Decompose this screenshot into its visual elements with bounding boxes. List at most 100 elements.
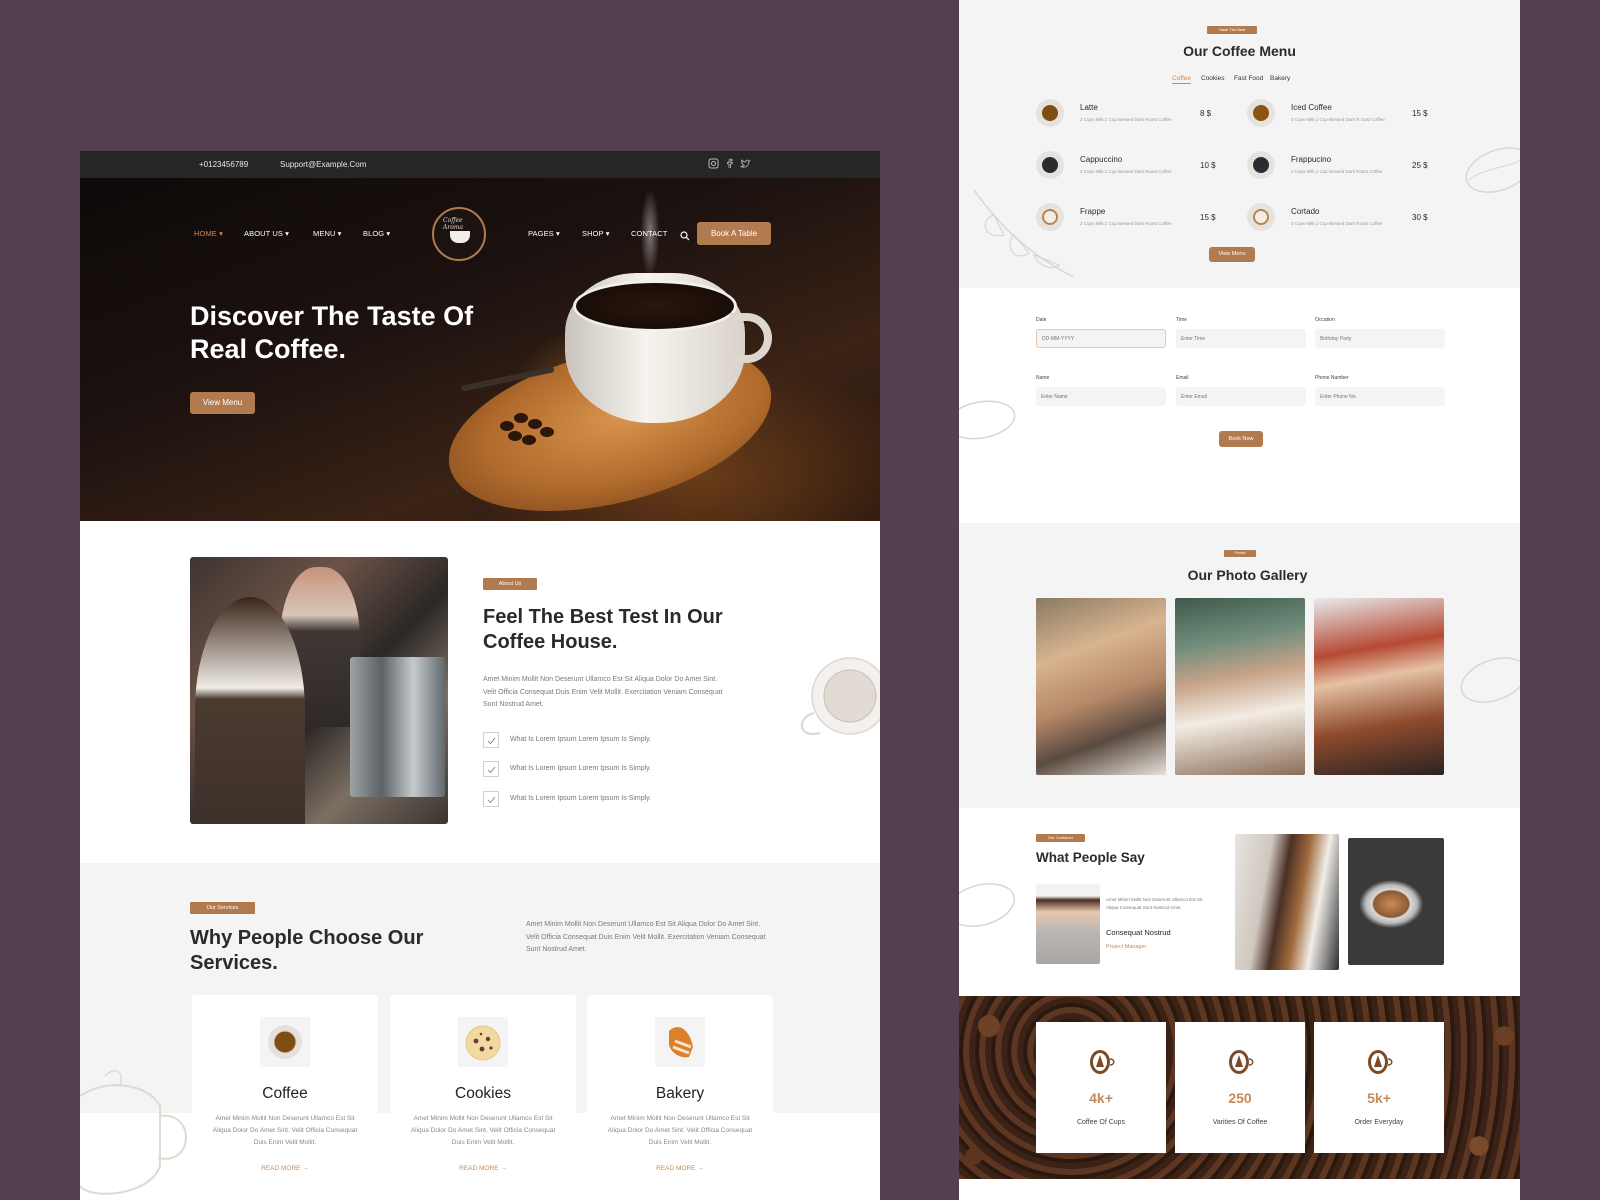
service-title: Coffee	[262, 1085, 308, 1102]
latte-cup-sketch-icon	[80, 1070, 187, 1195]
menu-item-price: 15 $	[1200, 213, 1216, 222]
gallery-photo-redhead-cup[interactable]	[1314, 598, 1444, 775]
coffee-surface-image	[573, 280, 737, 332]
nav-about-us[interactable]: ABOUT US ▾	[244, 229, 289, 238]
book-a-table-button[interactable]: Book A Table	[697, 222, 771, 245]
frappucino-cup-icon	[1247, 151, 1275, 179]
time-input[interactable]	[1176, 329, 1306, 348]
service-title: Bakery	[655, 1085, 705, 1102]
about-badge: About Us	[483, 578, 537, 590]
latte-cup-photo	[1348, 838, 1444, 965]
service-card-cookies: Cookies Amet Minim Mollit Non Deserunt U…	[390, 995, 576, 1200]
stat-label: Varities Of Coffee	[1212, 1119, 1268, 1126]
cup-handle-image	[730, 313, 772, 363]
nav-menu[interactable]: MENU ▾	[313, 229, 342, 238]
service-text: Amet Minim Mollit Non Deserunt Ullamco E…	[212, 1115, 358, 1146]
view-menu-button[interactable]: View Menu	[1209, 247, 1255, 262]
coffee-cup-icon	[1368, 1050, 1393, 1074]
nav-contact[interactable]: CONTACT	[631, 229, 667, 238]
gallery-photo-woman-drinking[interactable]	[1175, 598, 1305, 775]
menu-item-desc: 2 Cups Milk,1 Cup Brewed Dark Roast Coff…	[1080, 221, 1172, 226]
checkbox-icon	[483, 732, 499, 748]
gallery-badge: Photos	[1224, 550, 1256, 557]
coffee-cup-icon	[1229, 1050, 1254, 1074]
name-label: Name	[1036, 375, 1050, 381]
customer-avatar	[1036, 884, 1100, 964]
gallery-photo-friends[interactable]	[1036, 598, 1166, 775]
instagram-icon[interactable]	[708, 158, 719, 169]
menu-item-price: 15 $	[1412, 109, 1428, 118]
menu-tab-bakery[interactable]: Bakery	[1270, 75, 1290, 82]
twitter-icon[interactable]	[739, 158, 751, 169]
coffee-bean-sketch-icon	[959, 883, 1015, 927]
about-text: Amet Minim Mollit Non Deserunt Ullamco E…	[483, 676, 723, 708]
stat-label: Order Everyday	[1354, 1119, 1404, 1126]
hero-title: Discover The Taste Of Real Coffee.	[190, 301, 474, 364]
gallery-title: Our Photo Gallery	[1187, 567, 1308, 583]
occasion-input[interactable]	[1315, 329, 1445, 348]
stat-card-cups: 4k+ Coffee Of Cups	[1036, 1022, 1166, 1153]
cortado-cup-icon	[1247, 203, 1275, 231]
facebook-icon[interactable]	[724, 158, 735, 169]
cappuccino-cup-icon	[1036, 151, 1064, 179]
pouring-coffee-photo	[1235, 834, 1339, 970]
menu-tab-coffee[interactable]: Coffee	[1172, 75, 1192, 84]
menu-item-desc: 2 Cups Milk,1 Cup Brewed Dark Roast Coff…	[1080, 117, 1172, 122]
cookie-icon	[458, 1017, 508, 1067]
service-text: Amet Minim Mollit Non Deserunt Ullamco E…	[607, 1115, 753, 1146]
menu-tab-cookies[interactable]: Cookies	[1201, 75, 1224, 82]
logo-text: Coffee Aroma	[443, 217, 464, 231]
nav-blog[interactable]: BLOG ▾	[363, 229, 390, 238]
phone-input[interactable]	[1315, 387, 1445, 406]
support-email[interactable]: Support@Example.Com	[280, 160, 366, 169]
date-input[interactable]	[1036, 329, 1166, 348]
services-title: Why People Choose Our Services.	[190, 927, 424, 974]
barista-photo	[190, 557, 448, 824]
read-more-link[interactable]: READ MORE →	[587, 1165, 773, 1172]
latte-cup-icon	[1036, 99, 1064, 127]
menu-tab-fast-food[interactable]: Fast Food	[1234, 75, 1263, 82]
checkbox-icon	[483, 791, 499, 807]
nav-pages[interactable]: PAGES ▾	[528, 229, 560, 238]
menu-item-name: Iced Coffee	[1291, 103, 1332, 112]
menu-item-price: 30 $	[1412, 213, 1428, 222]
read-more-link[interactable]: READ MORE →	[192, 1165, 378, 1172]
menu-item-name: Frappe	[1080, 207, 1106, 216]
email-input[interactable]	[1176, 387, 1306, 406]
testimonial-title: What People Say	[1036, 850, 1145, 865]
menu-item-name: Cappuccino	[1080, 155, 1123, 164]
phone-label: Phone Number	[1315, 375, 1349, 381]
menu-item-name: Cortado	[1291, 207, 1320, 216]
menu-item-name: Latte	[1080, 103, 1098, 112]
coffee-bean-sketch-icon	[1460, 657, 1520, 703]
coffee-cup-icon	[260, 1017, 310, 1067]
menu-item-price: 10 $	[1200, 161, 1216, 170]
menu-item-name: Frappucino	[1291, 155, 1332, 164]
checklist-item: What Is Lorem Ipsum Lorem Ipsum Is Simpl…	[510, 795, 652, 802]
checklist-item: What Is Lorem Ipsum Lorem Ipsum Is Simpl…	[510, 736, 652, 743]
coffee-cup-icon	[1090, 1050, 1115, 1074]
stat-card-orders: 5k+ Order Everyday	[1314, 1022, 1444, 1153]
hero-view-menu-button[interactable]: View Menu	[190, 392, 255, 414]
menu-badge: Taste The Best	[1207, 26, 1257, 34]
homepage-left-panel: +0123456789 Support@Example.Com HOME ▾ A…	[80, 151, 880, 1200]
name-input[interactable]	[1036, 387, 1166, 406]
hero-section: HOME ▾ ABOUT US ▾ MENU ▾ BLOG ▾ Coffee A…	[80, 178, 880, 541]
customer-role: Project Manager	[1106, 944, 1147, 950]
service-text: Amet Minim Mollit Non Deserunt Ullamco E…	[410, 1115, 556, 1146]
site-logo[interactable]: Coffee Aroma	[432, 207, 486, 261]
phone-number[interactable]: +0123456789	[199, 160, 248, 169]
top-bar: +0123456789 Support@Example.Com	[80, 151, 880, 178]
email-label: Email	[1176, 375, 1189, 381]
read-more-link[interactable]: READ MORE →	[390, 1165, 576, 1172]
menu-item-desc: 2 Cups Milk,1 Cup Brewed Dark R Oast Cof…	[1291, 117, 1385, 122]
nav-home[interactable]: HOME ▾	[194, 229, 223, 238]
nav-shop[interactable]: SHOP ▾	[582, 229, 610, 238]
coffee-bean-sketch-icon	[959, 400, 1016, 440]
iced-coffee-cup-icon	[1247, 99, 1275, 127]
services-badge: Our Services	[190, 902, 255, 914]
search-icon[interactable]	[680, 228, 690, 241]
book-now-button[interactable]: Book Now	[1219, 431, 1263, 447]
testimonial-quote: Amet Minim Mollit Non Deserunt Ullamco E…	[1106, 897, 1203, 910]
service-card-bakery: Bakery Amet Minim Mollit Non Deserunt Ul…	[587, 995, 773, 1200]
